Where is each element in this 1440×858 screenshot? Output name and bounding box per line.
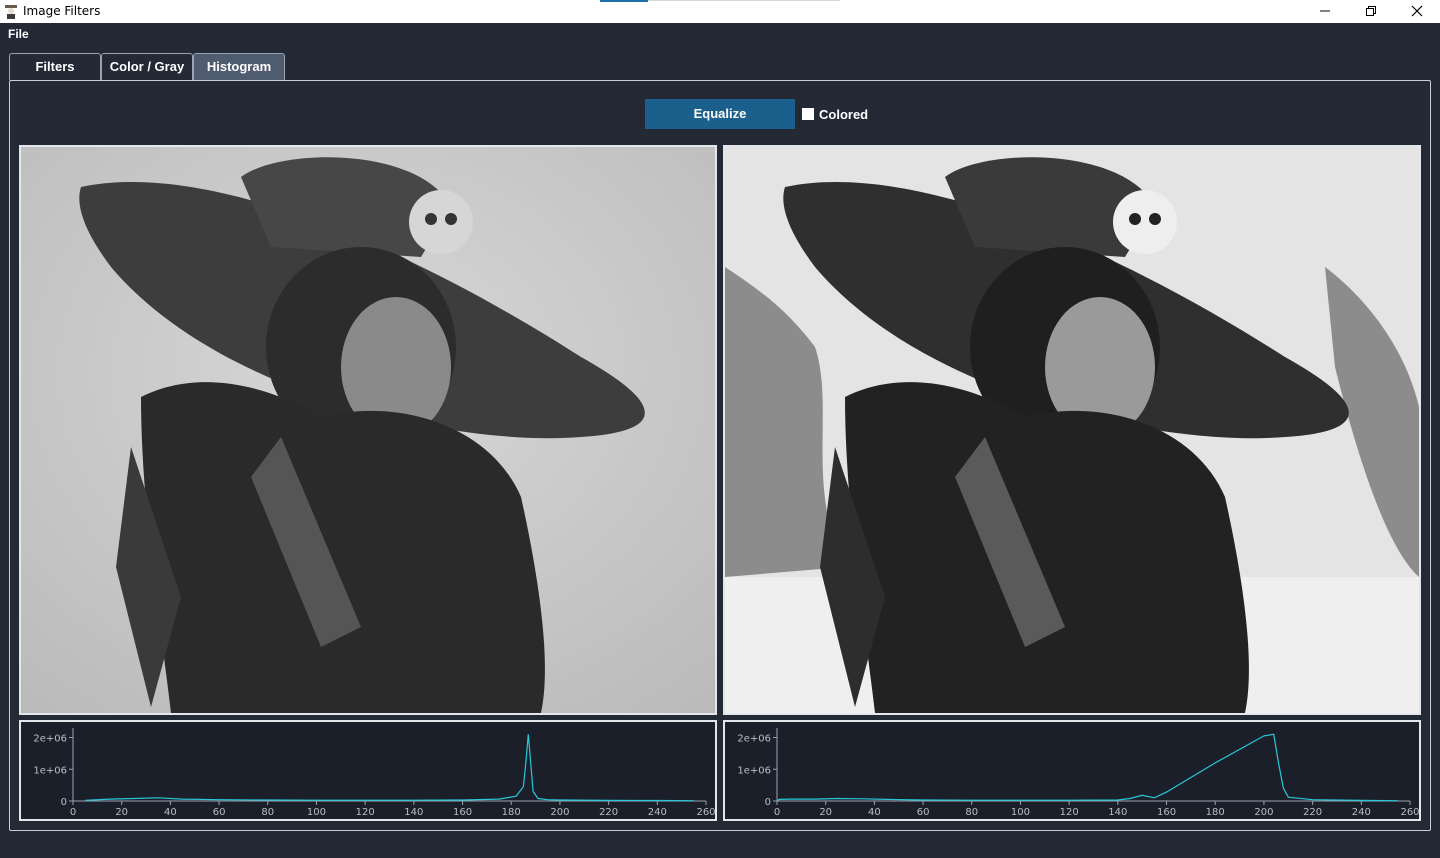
x-tick-label: 160 <box>1157 807 1176 818</box>
x-tick-label: 140 <box>404 807 423 818</box>
histogram-line <box>85 734 694 802</box>
x-tick-label: 120 <box>356 807 375 818</box>
minimize-button[interactable] <box>1302 0 1348 23</box>
y-tick-label: 2e+06 <box>33 734 67 745</box>
x-tick-label: 200 <box>550 807 569 818</box>
x-tick-label: 100 <box>1011 807 1030 818</box>
original-histogram-plot: 2e+06 1e+06 00 20 40 60 80 100 120 140 160 180 200 22… <box>33 728 715 818</box>
x-tick-label: 0 <box>774 807 780 818</box>
equalized-image-view <box>723 145 1421 715</box>
x-tick-label: 180 <box>502 807 521 818</box>
original-image <box>21 147 715 713</box>
tab-filters[interactable]: Filters <box>9 53 101 80</box>
x-tick-label: 140 <box>1108 807 1127 818</box>
x-tick-label: 220 <box>599 807 618 818</box>
y-tick-label: 0 <box>765 797 771 808</box>
equalized-histogram-plot: 2e+06 1e+06 00 20 40 60 80 100 120 140 160 180 200 22… <box>737 728 1419 818</box>
original-image-view <box>19 145 717 715</box>
x-tick-label: 160 <box>453 807 472 818</box>
x-tick-label: 80 <box>965 807 978 818</box>
window-title: Image Filters <box>23 4 101 18</box>
equalize-button[interactable]: Equalize <box>645 99 795 129</box>
maximize-icon <box>1366 6 1376 16</box>
tab-color-gray[interactable]: Color / Gray <box>101 53 193 80</box>
tab-histogram[interactable]: Histogram <box>193 53 285 80</box>
menu-bar: File <box>0 23 1440 45</box>
x-tick-label: 20 <box>115 807 128 818</box>
x-tick-label: 100 <box>307 807 326 818</box>
x-tick-label: 40 <box>164 807 177 818</box>
app-icon <box>5 5 17 19</box>
original-histogram: 2e+06 1e+06 0 0 20 40 60 80 100 120 140 160 180 200 22… <box>19 720 717 821</box>
x-tick-label: 260 <box>1400 807 1419 818</box>
close-button[interactable] <box>1394 0 1440 23</box>
x-tick-label: 260 <box>696 807 715 818</box>
x-tick-label: 60 <box>917 807 930 818</box>
equalized-image <box>725 147 1419 713</box>
y-tick-label: 0 <box>61 797 67 808</box>
x-tick-label: 220 <box>1303 807 1322 818</box>
x-tick-label: 80 <box>261 807 274 818</box>
titlebar-accent <box>600 0 648 2</box>
y-tick-label: 1e+06 <box>737 765 771 776</box>
x-tick-label: 40 <box>868 807 881 818</box>
x-tick-label: 120 <box>1060 807 1079 818</box>
colored-checkbox[interactable] <box>802 108 814 120</box>
x-tick-label: 240 <box>1352 807 1371 818</box>
x-tick-label: 20 <box>819 807 832 818</box>
minimize-icon <box>1320 10 1330 12</box>
window-titlebar: Image Filters <box>0 0 1440 23</box>
histogram-line <box>776 733 1398 802</box>
maximize-button[interactable] <box>1348 0 1394 23</box>
close-icon <box>1411 5 1423 17</box>
x-tick-label: 180 <box>1206 807 1225 818</box>
y-tick-label: 2e+06 <box>737 734 771 745</box>
x-tick-label: 60 <box>213 807 226 818</box>
menu-file[interactable]: File <box>8 27 29 41</box>
x-tick-label: 240 <box>648 807 667 818</box>
equalized-histogram: 2e+06 1e+06 0 0 20 40 60 80 100 120 140 160 180 200 22… <box>723 720 1421 821</box>
x-tick-label: 0 <box>70 807 76 818</box>
y-tick-label: 1e+06 <box>33 765 67 776</box>
titlebar-accent-line <box>648 0 840 1</box>
x-tick-label: 200 <box>1254 807 1273 818</box>
colored-label: Colored <box>819 107 869 122</box>
